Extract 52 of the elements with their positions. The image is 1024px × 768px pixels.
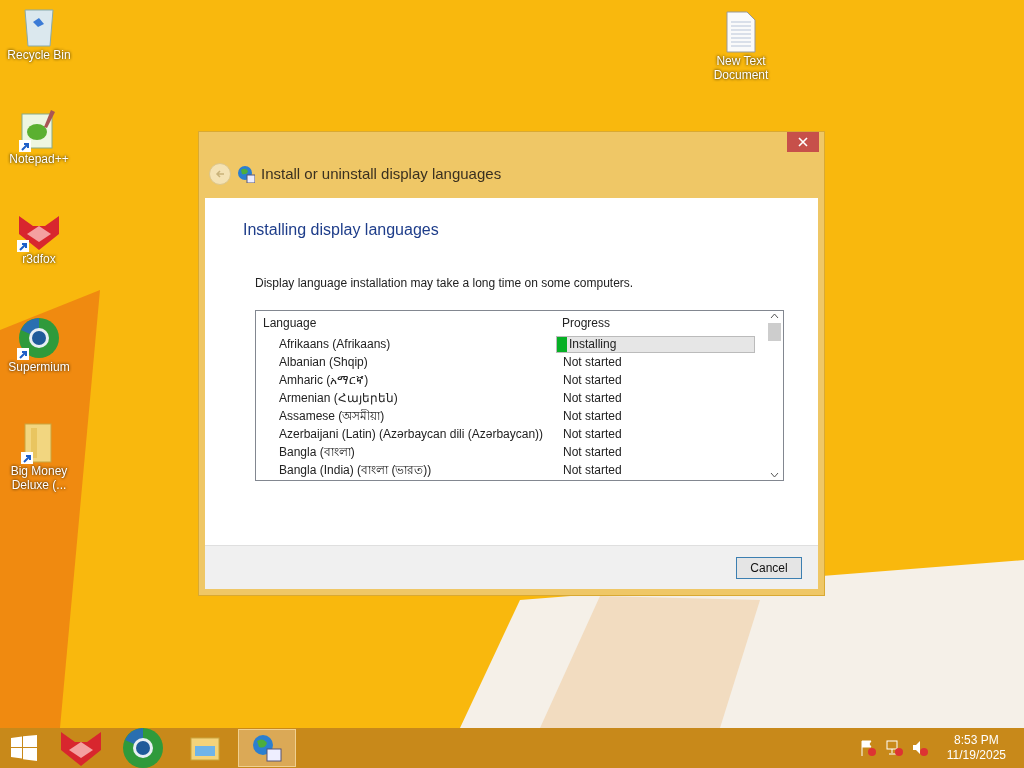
- language-cell-text: Azerbaijani (Latin) (Azərbaycan dili (Azərbaycan)): [278, 426, 545, 443]
- progress-status: Not started: [562, 426, 622, 443]
- shortcut-arrow-icon: [19, 140, 31, 152]
- folder-icon: [189, 734, 221, 762]
- language-cell-text: Bangla (India) (বাংলা (ভারত)): [278, 462, 433, 479]
- globe-icon: [237, 165, 255, 183]
- flag-error-icon[interactable]: [858, 739, 877, 757]
- language-cell-text: Armenian (Հայերեն): [278, 390, 399, 407]
- progress-status: Not started: [562, 372, 622, 389]
- progress-status: Not started: [562, 462, 622, 479]
- icon-label[interactable]: r3dfox: [3, 252, 75, 266]
- language-cell-text: Assamese (অসমীয়া): [278, 408, 386, 425]
- scroll-down-icon[interactable]: [770, 472, 779, 478]
- language-cell-text: Afrikaans (Afrikaans): [278, 336, 392, 353]
- browser-icon: [17, 316, 61, 360]
- scroll-up-icon[interactable]: [770, 313, 779, 319]
- scrollbar[interactable]: [766, 311, 783, 480]
- network-error-icon[interactable]: [884, 739, 903, 757]
- progress-status: Not started: [562, 390, 622, 407]
- language-cell-text: Albanian (Shqip): [278, 354, 369, 371]
- browser-icon: [121, 726, 165, 768]
- close-button[interactable]: [787, 132, 819, 152]
- progress-status: Not started: [562, 354, 622, 371]
- icon-label[interactable]: Notepad++: [3, 152, 75, 166]
- icon-label[interactable]: New Text Document: [705, 54, 777, 82]
- info-text: Display language installation may take a long time on some computers.: [255, 275, 635, 292]
- windows-logo-icon: [11, 735, 37, 761]
- icon-label[interactable]: Recycle Bin: [3, 48, 75, 62]
- progress-status: Installing: [568, 336, 617, 353]
- cancel-button[interactable]: Cancel: [736, 556, 802, 579]
- language-cell-text: Amharic (አማርኛ): [278, 372, 370, 389]
- column-header[interactable]: Language: [256, 314, 556, 332]
- scroll-thumb[interactable]: [768, 323, 781, 341]
- icon-label[interactable]: Big Money Deluxe (...: [3, 464, 75, 492]
- speaker-muted-icon[interactable]: [910, 739, 929, 757]
- progress-status: Not started: [562, 408, 622, 425]
- column-header[interactable]: Progress: [556, 314, 611, 332]
- window-title: Install or uninstall display languages: [261, 163, 502, 184]
- taskbar-app[interactable]: [238, 729, 296, 767]
- shortcut-arrow-icon: [17, 348, 29, 360]
- text-file-icon: [724, 10, 758, 54]
- shortcut-arrow-icon: [17, 240, 29, 252]
- page-heading: Installing display languages: [243, 220, 440, 240]
- progress-status: Not started: [562, 444, 622, 461]
- icon-label[interactable]: Supermium: [3, 360, 75, 374]
- clock-date[interactable]: 11/19/2025: [946, 748, 1006, 763]
- globe-list-icon: [251, 733, 283, 763]
- close-icon: [798, 137, 808, 147]
- shortcut-arrow-icon: [21, 452, 33, 464]
- back-arrow-icon: [215, 169, 225, 179]
- language-cell-text: Bangla (বাংলা): [278, 444, 356, 461]
- clock-time[interactable]: 8:53 PM: [954, 733, 999, 748]
